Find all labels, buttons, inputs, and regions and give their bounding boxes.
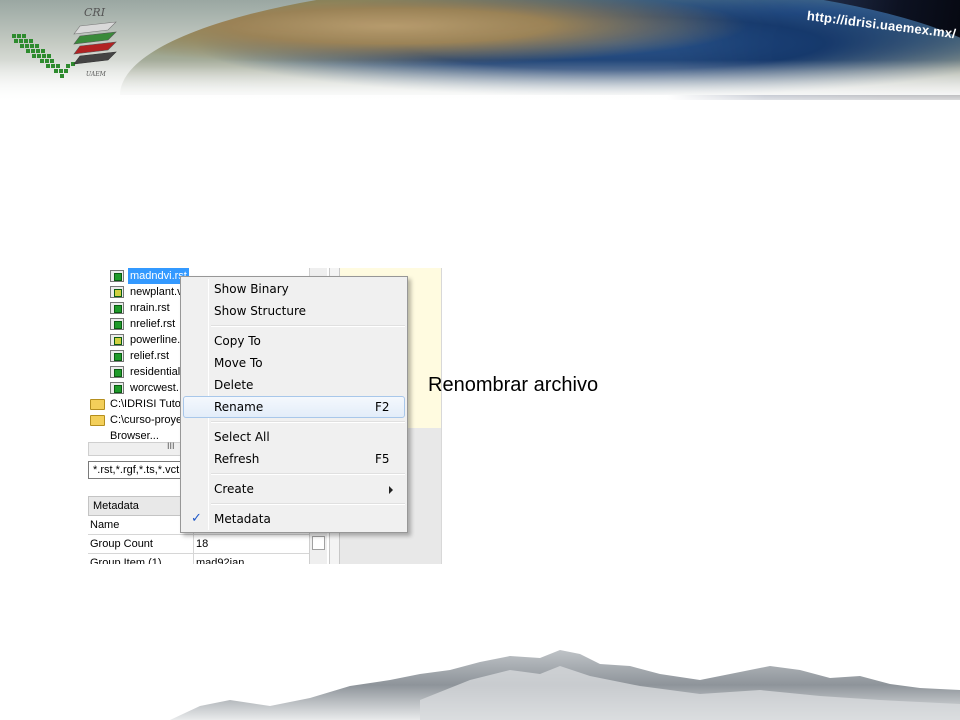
menu-item-delete[interactable]: Delete <box>183 374 405 396</box>
slide-caption: Renombrar archivo <box>428 374 599 396</box>
menu-item-label: Refresh <box>214 452 260 466</box>
menu-item-show-binary[interactable]: Show Binary <box>183 278 405 300</box>
menu-item-shortcut: F5 <box>375 452 390 466</box>
menu-item-label: Create <box>214 482 254 496</box>
menu-separator <box>211 473 405 475</box>
checkmark-icon: ✓ <box>191 511 202 526</box>
menu-separator <box>211 325 405 327</box>
menu-item-label: Show Structure <box>214 304 307 318</box>
menu-item-label: Show Binary <box>214 282 289 296</box>
menu-item-copy-to[interactable]: Copy To <box>183 330 405 352</box>
tree-item-label: C:\curso-proye <box>110 414 183 426</box>
menu-separator <box>211 503 405 505</box>
tree-item-label: newplant.v <box>130 286 183 298</box>
raster-file-icon <box>110 318 124 330</box>
vector-file-icon <box>110 286 124 298</box>
metadata-row[interactable]: Group Count 18 <box>88 535 310 554</box>
raster-file-icon <box>110 302 124 314</box>
tree-item-label: powerline. <box>130 334 181 346</box>
metadata-value: mad92jan <box>196 557 245 564</box>
metadata-key: Name <box>90 516 194 535</box>
menu-item-metadata[interactable]: ✓ Metadata <box>183 508 405 530</box>
menu-item-move-to[interactable]: Move To <box>183 352 405 374</box>
scroll-thumb[interactable] <box>312 536 325 550</box>
menu-item-label: Delete <box>214 378 254 392</box>
raster-file-icon <box>110 382 124 394</box>
submenu-arrow-icon <box>389 486 393 494</box>
menu-item-create[interactable]: Create <box>183 478 405 500</box>
metadata-key: Group Item (1) <box>90 554 194 564</box>
menu-item-label: Select All <box>214 430 270 444</box>
folder-icon <box>90 399 105 410</box>
logo-text-uaem: UAEM <box>86 71 107 78</box>
menu-item-label: Move To <box>214 356 263 370</box>
menu-item-rename[interactable]: Rename F2 <box>183 396 405 418</box>
scrollbar-grip: III <box>167 441 175 451</box>
raster-file-icon <box>110 270 124 282</box>
tree-item-label: C:\IDRISI Tuto <box>110 398 181 410</box>
tree-item-label: residential <box>130 366 181 378</box>
context-menu: Show Binary Show Structure Copy To Move To D… <box>180 276 408 533</box>
metadata-value: 18 <box>196 538 209 550</box>
tree-item-label: relief.rst <box>130 350 170 362</box>
metadata-row[interactable]: Group Item (1) mad92jan <box>88 554 310 564</box>
menu-item-select-all[interactable]: Select All <box>183 426 405 448</box>
metadata-key: Group Count <box>90 535 194 554</box>
menu-item-label: Rename <box>214 400 264 414</box>
raster-file-icon <box>110 366 124 378</box>
menu-item-refresh[interactable]: Refresh F5 <box>183 448 405 470</box>
header-banner: CRI UAEM http://idrisi.uaemex.mx/ <box>0 0 960 100</box>
cri-logo: CRI UAEM <box>12 6 117 78</box>
vector-file-icon <box>110 334 124 346</box>
menu-separator <box>211 421 405 423</box>
banner-fade <box>0 60 960 100</box>
menu-item-shortcut: F2 <box>375 400 390 414</box>
logo-text-cri: CRI <box>84 6 106 19</box>
menu-item-label: Copy To <box>214 334 261 348</box>
mountains-footer-image <box>170 650 960 720</box>
menu-item-label: Metadata <box>214 512 271 526</box>
tree-item-label: worcwest. <box>130 382 179 394</box>
tree-item-label: nrain.rst <box>130 302 170 314</box>
folder-icon <box>90 415 105 426</box>
menu-item-show-structure[interactable]: Show Structure <box>183 300 405 322</box>
raster-file-icon <box>110 350 124 362</box>
tree-item-label: nrelief.rst <box>130 318 176 330</box>
